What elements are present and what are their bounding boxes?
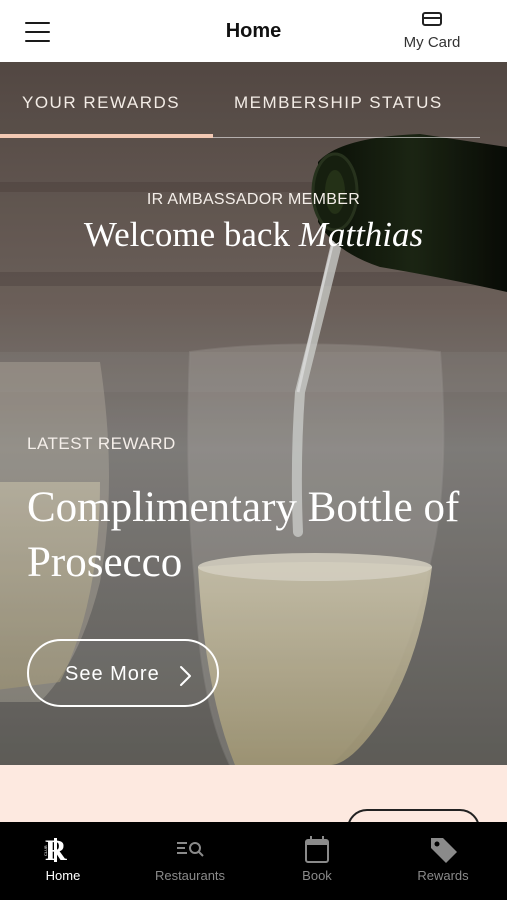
section-action-button[interactable] bbox=[347, 809, 480, 822]
nav-home[interactable]: R CLUB Home bbox=[0, 822, 126, 900]
nav-book[interactable]: Book bbox=[254, 822, 380, 900]
card-icon bbox=[422, 12, 442, 26]
your-rewards-section bbox=[0, 765, 507, 822]
tag-icon bbox=[431, 838, 457, 863]
welcome-prefix: Welcome back bbox=[83, 215, 290, 254]
welcome-message: Welcome back Matthias bbox=[0, 215, 507, 255]
rewards-tab-bar: YOUR REWARDS MEMBERSHIP STATUS bbox=[0, 62, 507, 140]
latest-reward-label: LATEST REWARD bbox=[27, 434, 176, 453]
nav-rewards-label: Rewards bbox=[417, 868, 469, 883]
chevron-right-icon bbox=[180, 666, 191, 686]
see-more-button[interactable]: See More bbox=[27, 639, 219, 707]
membership-level: IR AMBASSADOR MEMBER bbox=[146, 191, 361, 208]
tab-membership-status[interactable]: MEMBERSHIP STATUS bbox=[234, 93, 443, 113]
top-app-bar: Home My Card bbox=[0, 0, 507, 62]
nav-rewards[interactable]: Rewards bbox=[380, 822, 506, 900]
svg-text:CLUB: CLUB bbox=[43, 845, 48, 856]
menu-icon[interactable] bbox=[25, 22, 50, 44]
tab-your-rewards[interactable]: YOUR REWARDS bbox=[22, 93, 180, 113]
my-card-button[interactable]: My Card bbox=[385, 12, 479, 51]
hero-reward-banner: YOUR REWARDS MEMBERSHIP STATUS IR AMBASS… bbox=[0, 62, 507, 765]
restaurants-search-icon bbox=[177, 842, 204, 857]
member-name: Matthias bbox=[298, 215, 424, 254]
reward-title: Complimentary Bottle of Prosecco bbox=[27, 484, 460, 586]
nav-book-label: Book bbox=[302, 868, 332, 883]
nav-restaurants-label: Restaurants bbox=[154, 868, 226, 883]
active-tab-indicator bbox=[0, 134, 213, 138]
nav-home-label: Home bbox=[45, 868, 81, 883]
calendar-icon bbox=[305, 836, 329, 863]
my-card-label: My Card bbox=[403, 34, 461, 51]
bottom-navigation: R CLUB Home Restaurants Book Rewards bbox=[0, 822, 507, 900]
club-ir-logo-icon: R CLUB bbox=[43, 834, 67, 866]
nav-restaurants[interactable]: Restaurants bbox=[127, 822, 253, 900]
see-more-label: See More bbox=[65, 663, 160, 685]
